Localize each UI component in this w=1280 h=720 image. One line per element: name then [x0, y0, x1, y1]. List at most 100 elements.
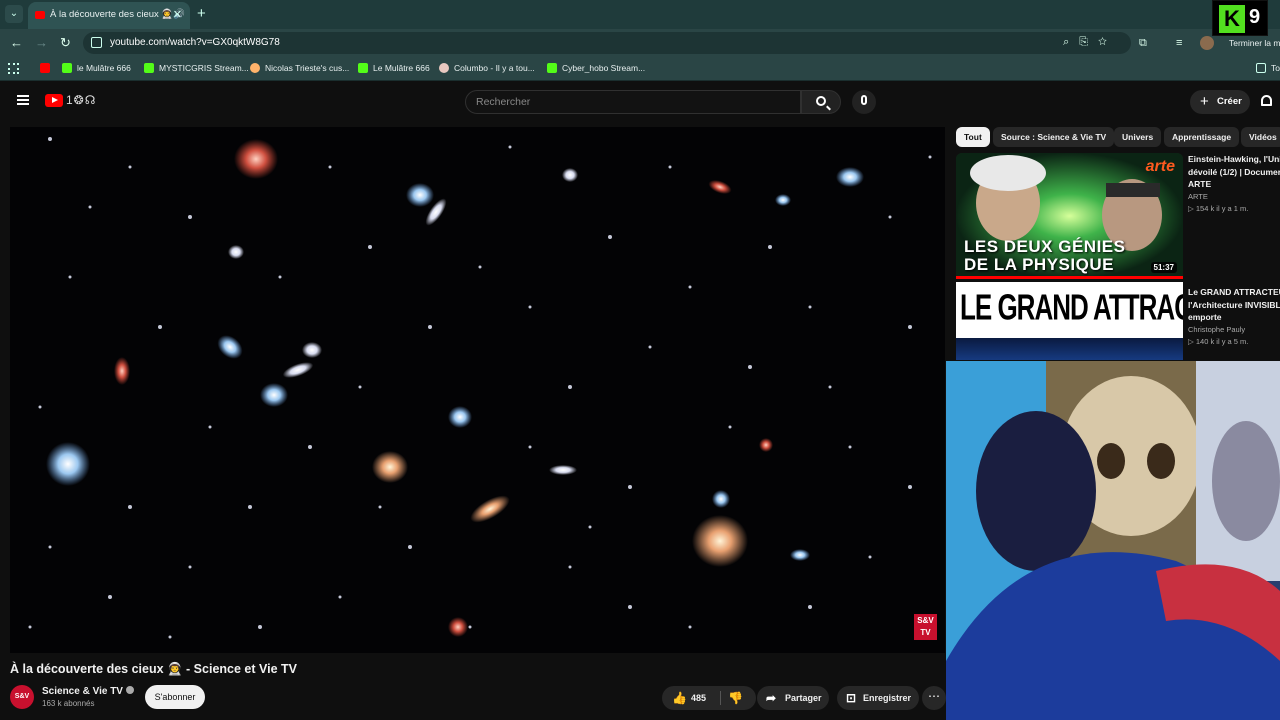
- chip-all[interactable]: Tout: [956, 127, 990, 147]
- recommendation-thumbnail[interactable]: arte LES DEUX GÉNIES DE LA PHYSIQUE 51:3…: [956, 153, 1183, 279]
- tab-search-chevron-icon[interactable]: ⌄: [5, 5, 23, 23]
- rec-channel: Christophe Pauly: [1188, 324, 1246, 334]
- channel-name[interactable]: Science & Vie TV: [42, 686, 134, 697]
- bookmark-item[interactable]: Le Mulâtre 666: [358, 63, 430, 73]
- rec-title: l'Architecture INVISIBLE: [1188, 299, 1280, 310]
- bookmark-item[interactable]: le Mulâtre 666: [62, 63, 131, 73]
- like-dislike-group: 👍 485 👎: [662, 686, 756, 710]
- video-player[interactable]: S&V TV: [10, 127, 945, 653]
- overlay-logo-k: K: [1219, 5, 1245, 33]
- dislike-icon[interactable]: 👎: [728, 692, 743, 704]
- columbo-icon: [439, 63, 449, 73]
- recommendation-info[interactable]: Einstein-Hawking, l'Univ dévoilé (1/2) |…: [1188, 153, 1280, 213]
- bookmark-item[interactable]: Columbo - Il y a tou...: [439, 63, 535, 73]
- folder-icon: [1256, 63, 1266, 73]
- cat-icon: [250, 63, 260, 73]
- like-count[interactable]: 485: [691, 686, 706, 710]
- verified-check-icon: [125, 686, 134, 694]
- subscribe-button[interactable]: S'abonner: [145, 685, 205, 709]
- search-placeholder: Rechercher: [476, 96, 531, 108]
- apps-grid-icon[interactable]: [8, 63, 19, 74]
- thumbnail-caption: DE LA PHYSIQUE: [964, 255, 1114, 274]
- save-button[interactable]: ⊡ Enregistrer: [837, 686, 919, 710]
- share-icon: ➦: [766, 691, 777, 705]
- more-actions-button[interactable]: ⋯: [922, 686, 946, 710]
- address-bar-row: ← → ↻ youtube.com/watch?v=GX0qktW8G78 ⌕⎘…: [0, 29, 1280, 57]
- forward-button[interactable]: →: [35, 35, 48, 50]
- thumbnail-title: LE GRAND ATTRACTEUR: [960, 286, 1183, 328]
- divider: [720, 691, 721, 705]
- finish-update-label[interactable]: Terminer la m: [1229, 38, 1280, 48]
- browser-tab-active[interactable]: À la découverte des cieux 👨‍🚀🔊 ✕: [28, 2, 190, 29]
- rec-title: ARTE: [1188, 179, 1212, 189]
- save-playlist-icon: ⊡: [846, 691, 857, 705]
- thumbnail-caption: LES DEUX GÉNIES: [964, 237, 1126, 256]
- webcam-feed-image: [946, 361, 1280, 720]
- thumbnail-earth-art: [956, 338, 1183, 360]
- overlay-logo-9: 9: [1249, 6, 1261, 28]
- recommendation-thumbnail[interactable]: LE GRAND ATTRACTEUR: [956, 282, 1183, 360]
- youtube-header: 1❂☊ Rechercher + Créer: [0, 81, 1280, 123]
- deep-field-galaxies-image: [28, 137, 932, 639]
- create-button[interactable]: + Créer: [1190, 90, 1250, 114]
- search-button[interactable]: [801, 90, 841, 114]
- youtube-logo-icon[interactable]: [45, 94, 63, 107]
- rec-title: dévoilé (1/2) | Documer: [1188, 166, 1280, 177]
- subscriber-count: 163 k abonnés: [42, 699, 95, 708]
- chip-videos[interactable]: Vidéos: [1241, 127, 1280, 147]
- kick-icon: [358, 63, 368, 73]
- youtube-doodle[interactable]: 1❂☊: [66, 93, 96, 107]
- like-icon[interactable]: 👍: [672, 692, 687, 704]
- tab-close-icon[interactable]: ✕: [173, 8, 182, 21]
- bookmark-folder[interactable]: To: [1256, 63, 1280, 73]
- youtube-icon: [40, 63, 50, 73]
- rec-title: emporte: [1188, 312, 1222, 322]
- youtube-favicon-icon: [35, 11, 45, 19]
- voice-search-button[interactable]: [852, 90, 876, 114]
- back-button[interactable]: ←: [10, 35, 23, 50]
- browser-tab-strip: ⌄ À la découverte des cieux 👨‍🚀🔊 ✕ +: [0, 0, 1280, 29]
- bookmark-item[interactable]: MYSTICGRIS Stream...: [144, 63, 249, 73]
- recommendation-info[interactable]: Le GRAND ATTRACTEU l'Architecture INVISI…: [1188, 286, 1280, 346]
- tab-title: À la découverte des cieux 👨‍🚀🔊: [50, 9, 186, 20]
- rec-channel: ARTE: [1188, 191, 1208, 201]
- share-button[interactable]: ➦ Partager: [757, 686, 829, 710]
- chip-apprentissage[interactable]: Apprentissage: [1164, 127, 1240, 147]
- url-text: youtube.com/watch?v=GX0qktW8G78: [110, 37, 280, 48]
- url-field[interactable]: youtube.com/watch?v=GX0qktW8G78 ⌕⎘☆: [83, 32, 1131, 54]
- notifications-bell-icon[interactable]: [1261, 95, 1272, 106]
- bookmark-item[interactable]: Cyber_hobo Stream...: [547, 63, 645, 73]
- webcam-overlay: [946, 361, 1280, 720]
- url-tool-icons[interactable]: ⌕⎘☆: [1063, 36, 1117, 49]
- plus-icon: +: [1200, 93, 1209, 110]
- rec-stats: ▷ 140 k il y a 5 m.: [1188, 336, 1249, 346]
- new-tab-button[interactable]: +: [197, 5, 206, 22]
- rec-title: Le GRAND ATTRACTEU: [1188, 287, 1280, 297]
- bookmark-item[interactable]: Nicolas Trieste's cus...: [250, 63, 349, 73]
- kick-icon: [547, 63, 557, 73]
- rec-stats: ▷ 154 k il y a 1 m.: [1188, 203, 1249, 213]
- media-controls-icon[interactable]: ≡: [1176, 37, 1182, 49]
- menu-icon[interactable]: [17, 95, 29, 105]
- share-label: Partager: [785, 693, 822, 703]
- microphone-icon: [861, 95, 867, 105]
- chip-univers[interactable]: Univers: [1114, 127, 1162, 147]
- chip-source[interactable]: Source : Science & Vie TV: [993, 127, 1115, 147]
- extensions-icon[interactable]: ⧉: [1139, 37, 1147, 50]
- save-label: Enregistrer: [863, 693, 912, 703]
- channel-name-text: Science & Vie TV: [42, 686, 123, 697]
- kick-icon: [144, 63, 154, 73]
- channel-avatar[interactable]: S&V: [10, 685, 34, 709]
- bookmarks-bar: le Mulâtre 666 MYSTICGRIS Stream... Nico…: [0, 57, 1280, 81]
- video-duration: 51:37: [1150, 262, 1177, 273]
- channel-watermark: S&V TV: [914, 614, 937, 640]
- search-icon: [816, 96, 826, 106]
- bookmark-youtube[interactable]: [40, 63, 55, 73]
- reload-button[interactable]: ↻: [60, 35, 71, 51]
- site-info-icon[interactable]: [91, 37, 102, 48]
- search-input[interactable]: Rechercher: [465, 90, 801, 114]
- watermark-line-1: S&V: [917, 616, 934, 625]
- arte-logo: arte: [1145, 158, 1175, 175]
- watermark-line-2: TV: [920, 628, 931, 637]
- profile-avatar[interactable]: [1200, 36, 1214, 50]
